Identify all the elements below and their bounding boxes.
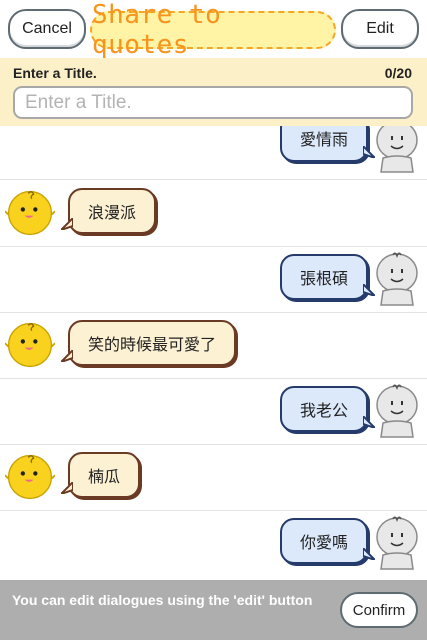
chick-avatar-icon (5, 454, 55, 500)
edit-button[interactable]: Edit (341, 9, 419, 49)
top-bar: Cancel Share to quotes Edit (0, 0, 427, 60)
title-label: Enter a Title. (13, 65, 97, 81)
message-text: 楠瓜 (88, 467, 121, 486)
message-row: 張根碩 (0, 247, 427, 313)
message-bubble: 愛情雨 (279, 126, 375, 162)
user-avatar-icon (376, 252, 418, 306)
message-bubble: 楠瓜 (61, 452, 141, 498)
message-row: 愛情雨 (0, 126, 427, 180)
message-row: 浪漫派 (0, 181, 427, 247)
message-bubble: 你愛嗎 (279, 518, 375, 564)
title-entry-panel: Enter a Title. 0/20 (0, 58, 427, 126)
message-bubble: 浪漫派 (61, 188, 157, 234)
message-bubble: 我老公 (279, 386, 375, 432)
message-row: 笑的時候最可愛了 (0, 313, 427, 379)
cancel-button[interactable]: Cancel (8, 9, 86, 49)
message-text: 愛情雨 (299, 130, 348, 149)
bubble-tail-icon (61, 218, 73, 230)
message-bubble: 笑的時候最可愛了 (61, 320, 237, 366)
bubble-tail-icon (61, 350, 73, 362)
message-text: 我老公 (299, 401, 348, 420)
title-input[interactable] (13, 86, 413, 119)
message-row: 楠瓜 (0, 445, 427, 511)
chick-avatar-icon (5, 322, 55, 368)
bubble-tail-icon (61, 482, 73, 494)
confirm-button[interactable]: Confirm (340, 592, 418, 628)
user-avatar-icon (376, 126, 418, 173)
user-avatar-icon (376, 384, 418, 438)
message-text: 浪漫派 (88, 203, 137, 222)
message-text: 笑的時候最可愛了 (88, 335, 217, 354)
bottom-bar: You can edit dialogues using the 'edit' … (0, 580, 427, 640)
edit-hint-text: You can edit dialogues using the 'edit' … (12, 592, 313, 608)
message-row: 你愛嗎 (0, 511, 427, 577)
title-char-counter: 0/20 (384, 65, 412, 81)
chick-avatar-icon (5, 190, 55, 236)
user-avatar-icon (376, 516, 418, 570)
message-text: 你愛嗎 (299, 533, 348, 552)
dialogue-list[interactable]: 愛情雨 浪漫派 張根碩 笑的時候最可愛了 我老公 楠瓜 你愛嗎 (0, 126, 427, 580)
message-bubble: 張根碩 (279, 254, 375, 300)
message-row: 我老公 (0, 379, 427, 445)
page-title: Share to quotes (90, 0, 336, 60)
message-text: 張根碩 (299, 269, 348, 288)
